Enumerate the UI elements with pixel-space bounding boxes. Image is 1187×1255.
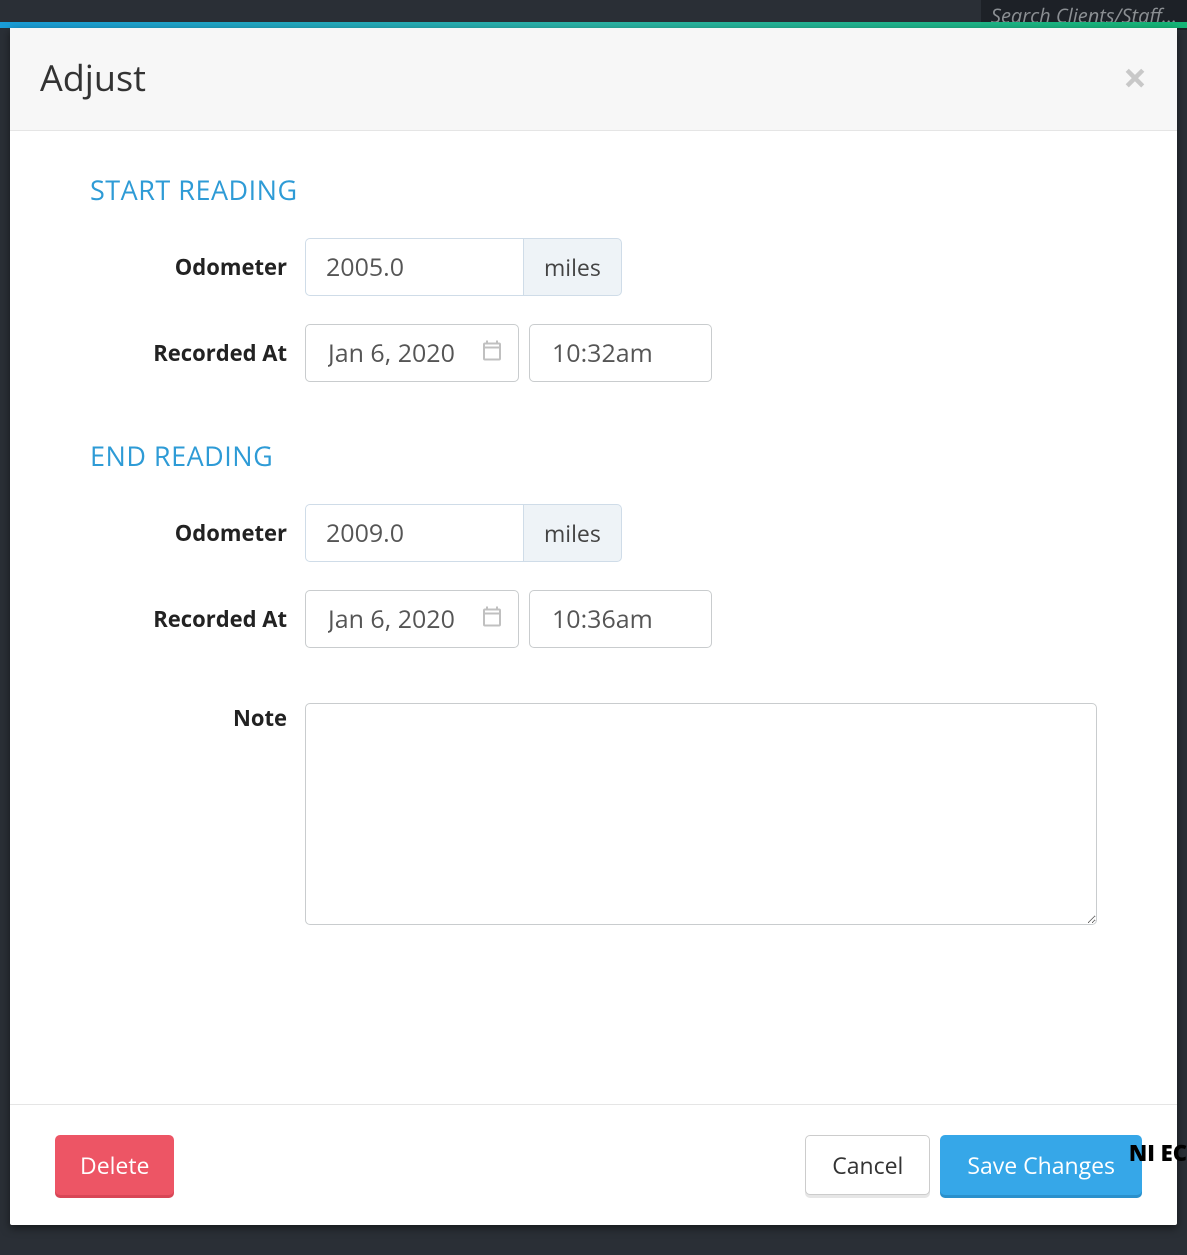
modal-header: Adjust × [10, 28, 1177, 131]
start-reading-heading: START READING [90, 171, 1097, 208]
end-odometer-label: Odometer [90, 518, 305, 548]
note-label: Note [90, 703, 305, 733]
start-odometer-input[interactable] [305, 238, 523, 296]
start-recorded-label: Recorded At [90, 338, 305, 368]
adjust-modal: Adjust × START READING Odometer miles Re… [10, 28, 1177, 1225]
save-changes-button[interactable]: Save Changes [940, 1135, 1142, 1195]
start-recorded-row: Recorded At [90, 324, 1097, 382]
modal-body: START READING Odometer miles Recorded At [10, 131, 1177, 1104]
start-odometer-label: Odometer [90, 252, 305, 282]
end-recorded-row: Recorded At [90, 590, 1097, 648]
close-icon[interactable]: × [1123, 57, 1147, 99]
start-odometer-unit: miles [523, 238, 622, 296]
start-odometer-row: Odometer miles [90, 238, 1097, 296]
start-odometer-group: miles [305, 238, 622, 296]
note-row: Note [90, 703, 1097, 925]
background-text: NI EC [1129, 1138, 1187, 1168]
start-date-input[interactable] [305, 324, 519, 382]
end-time-input[interactable] [529, 590, 712, 648]
note-textarea[interactable] [305, 703, 1097, 925]
end-date-input[interactable] [305, 590, 519, 648]
end-odometer-input[interactable] [305, 504, 523, 562]
delete-button[interactable]: Delete [55, 1135, 174, 1195]
start-time-input[interactable] [529, 324, 712, 382]
end-odometer-group: miles [305, 504, 622, 562]
modal-title: Adjust [40, 53, 146, 102]
end-recorded-label: Recorded At [90, 604, 305, 634]
cancel-button[interactable]: Cancel [805, 1135, 930, 1195]
end-odometer-unit: miles [523, 504, 622, 562]
end-reading-heading: END READING [90, 437, 1097, 474]
end-odometer-row: Odometer miles [90, 504, 1097, 562]
modal-footer: Delete Cancel Save Changes [10, 1104, 1177, 1225]
